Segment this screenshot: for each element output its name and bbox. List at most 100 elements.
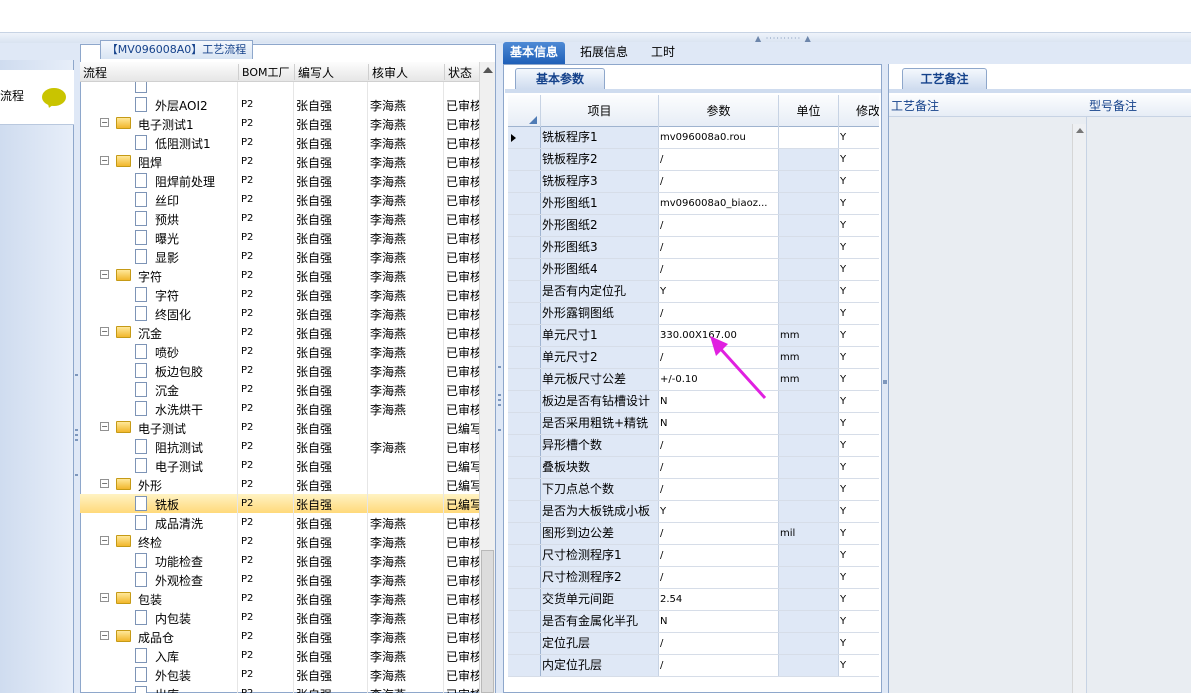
row-indicator[interactable]: [508, 303, 541, 324]
cell-modify[interactable]: Y: [839, 457, 879, 478]
cell-modify[interactable]: Y: [839, 369, 879, 390]
cell-modify[interactable]: Y: [839, 237, 879, 258]
cell-modify[interactable]: Y: [839, 413, 879, 434]
param-row[interactable]: 定位孔层 / Y: [508, 633, 879, 655]
header-reviewer[interactable]: 核审人: [368, 64, 408, 80]
cell-unit[interactable]: [779, 457, 839, 478]
tree-row[interactable]: − 成品仓 P2 张自强 李海燕 已审核: [80, 627, 480, 646]
header-writer[interactable]: 编写人: [294, 64, 334, 80]
tab-basic-info[interactable]: 基本信息: [503, 42, 566, 64]
cell-modify[interactable]: Y: [839, 325, 879, 346]
row-indicator[interactable]: [508, 193, 541, 214]
cell-param[interactable]: 2.54: [659, 589, 779, 610]
cell-unit[interactable]: [779, 259, 839, 280]
cell-param[interactable]: N: [659, 611, 779, 632]
row-indicator[interactable]: [508, 391, 541, 412]
param-row[interactable]: 外形露铜图纸 / Y: [508, 303, 879, 325]
cell-unit[interactable]: [779, 413, 839, 434]
tree-row[interactable]: 低阻测试1 P2 张自强 李海燕 已审核: [80, 133, 480, 152]
cell-unit[interactable]: [779, 303, 839, 324]
collapse-toggle-icon[interactable]: −: [100, 118, 109, 127]
cell-modify[interactable]: Y: [839, 193, 879, 214]
cell-modify[interactable]: Y: [839, 501, 879, 522]
cell-param[interactable]: /: [659, 545, 779, 566]
cell-param[interactable]: /: [659, 523, 779, 544]
tree-row[interactable]: − 字符 P2 张自强 李海燕 已审核: [80, 266, 480, 285]
cell-modify[interactable]: Y: [839, 479, 879, 500]
header-modify[interactable]: 修改: [839, 95, 879, 127]
row-indicator[interactable]: [508, 655, 541, 676]
tree-row[interactable]: 字符 P2 张自强 李海燕 已审核: [80, 285, 480, 304]
param-row[interactable]: 单元尺寸2/mm Y: [508, 347, 879, 369]
tree-row[interactable]: 铣板 P2 张自强 已编写: [80, 494, 480, 513]
tree-row[interactable]: 板边包胶 P2 张自强 李海燕 已审核: [80, 361, 480, 380]
tree-row[interactable]: 水洗烘干 P2 张自强 李海燕 已审核: [80, 399, 480, 418]
param-row[interactable]: 下刀点总个数 / Y: [508, 479, 879, 501]
cell-param[interactable]: mv096008a0_biaoz...: [659, 193, 779, 214]
row-indicator[interactable]: [508, 171, 541, 192]
header-model-notes[interactable]: 型号备注: [1087, 95, 1137, 117]
cell-unit[interactable]: [779, 545, 839, 566]
row-indicator[interactable]: [508, 149, 541, 170]
cell-unit[interactable]: [779, 149, 839, 170]
row-indicator[interactable]: [508, 127, 541, 148]
cell-unit[interactable]: mil: [779, 523, 839, 544]
cell-param[interactable]: Y: [659, 501, 779, 522]
cell-unit[interactable]: mm: [779, 347, 839, 368]
tree-row[interactable]: 入库 P2 张自强 李海燕 已审核: [80, 646, 480, 665]
param-row[interactable]: 外形图纸2/ Y: [508, 215, 879, 237]
tree-row[interactable]: 外包装 P2 张自强 李海燕 已审核: [80, 665, 480, 684]
tree-row[interactable]: − 电子测试1 P2 张自强 李海燕 已审核: [80, 114, 480, 133]
notes-scrollbar[interactable]: [1072, 124, 1086, 693]
row-indicator[interactable]: [508, 567, 541, 588]
header-flow[interactable]: 流程: [80, 64, 107, 80]
cell-unit[interactable]: [779, 193, 839, 214]
tree-row[interactable]: 外层AOI2 P2 张自强 李海燕 已审核: [80, 95, 480, 114]
cell-unit[interactable]: [779, 171, 839, 192]
collapse-toggle-icon[interactable]: −: [100, 479, 109, 488]
row-indicator[interactable]: [508, 501, 541, 522]
param-row[interactable]: 叠板块数 / Y: [508, 457, 879, 479]
nav-item-flow[interactable]: 流程: [0, 70, 74, 125]
header-item[interactable]: 项目: [541, 95, 659, 127]
cell-param[interactable]: /: [659, 215, 779, 236]
param-row[interactable]: 是否采用粗铣+精铣 N Y: [508, 413, 879, 435]
row-indicator[interactable]: [508, 347, 541, 368]
tree-row[interactable]: 终固化 P2 张自强 李海燕 已审核: [80, 304, 480, 323]
cell-unit[interactable]: [779, 127, 839, 148]
cell-modify[interactable]: Y: [839, 523, 879, 544]
param-row[interactable]: 单元板尺寸公差 +/-0.10 mm Y: [508, 369, 879, 391]
row-indicator[interactable]: [508, 545, 541, 566]
cell-modify[interactable]: Y: [839, 215, 879, 236]
cell-modify[interactable]: Y: [839, 259, 879, 280]
cell-unit[interactable]: mm: [779, 325, 839, 346]
cell-unit[interactable]: [779, 567, 839, 588]
tree-row[interactable]: 外观检查 P2 张自强 李海燕 已审核: [80, 570, 480, 589]
collapse-toggle-icon[interactable]: −: [100, 593, 109, 602]
cell-param[interactable]: /: [659, 655, 779, 676]
row-indicator[interactable]: [508, 523, 541, 544]
collapse-toggle-icon[interactable]: −: [100, 536, 109, 545]
param-row[interactable]: 是否为大板铣成小板 Y Y: [508, 501, 879, 523]
collapse-toggle-icon[interactable]: −: [100, 270, 109, 279]
cell-param[interactable]: N: [659, 413, 779, 434]
param-row[interactable]: 外形图纸3/ Y: [508, 237, 879, 259]
tree-row[interactable]: 喷砂 P2 张自强 李海燕 已审核: [80, 342, 480, 361]
cell-unit[interactable]: [779, 655, 839, 676]
cell-param[interactable]: /: [659, 303, 779, 324]
cell-unit[interactable]: [779, 237, 839, 258]
tree-row[interactable]: 丝印 P2 张自强 李海燕 已审核: [80, 190, 480, 209]
header-param[interactable]: 参数: [659, 95, 779, 127]
cell-unit[interactable]: [779, 479, 839, 500]
param-row[interactable]: 是否有金属化半孔 N Y: [508, 611, 879, 633]
cell-modify[interactable]: Y: [839, 347, 879, 368]
tree-row[interactable]: − 包装 P2 张自强 李海燕 已审核: [80, 589, 480, 608]
cell-unit[interactable]: [779, 281, 839, 302]
row-indicator[interactable]: [508, 325, 541, 346]
collapse-toggle-icon[interactable]: −: [100, 422, 109, 431]
chat-bubble-icon[interactable]: [42, 88, 66, 106]
cell-unit[interactable]: [779, 589, 839, 610]
row-indicator[interactable]: [508, 215, 541, 236]
param-row[interactable]: 外形图纸1 mv096008a0_biaoz... Y: [508, 193, 879, 215]
cell-param[interactable]: mv096008a0.rou: [659, 127, 779, 148]
